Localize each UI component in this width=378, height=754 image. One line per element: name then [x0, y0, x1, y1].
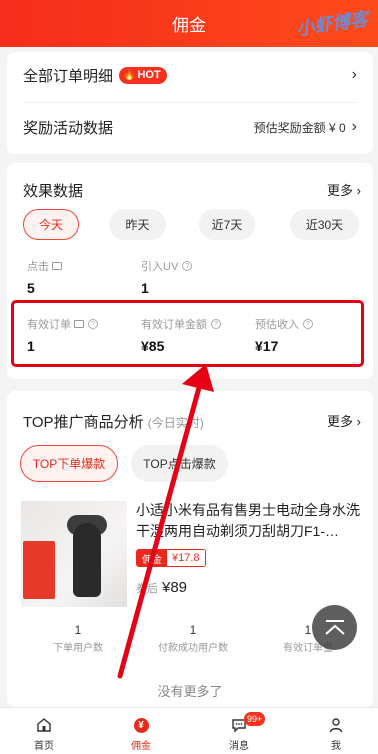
yen-icon: ¥: [133, 717, 149, 733]
metric-uv: 引入UV? 1: [141, 258, 193, 296]
price-value: ¥89: [162, 579, 188, 596]
tab-me[interactable]: 我: [306, 716, 366, 752]
screen-icon: [52, 262, 62, 270]
summary-card: 全部订单明细 🔥 HOT › 奖励活动数据 预估奖励金额 ¥ 0 ›: [7, 52, 373, 154]
more-label: 更多: [327, 414, 354, 429]
flame-icon: 🔥: [123, 69, 136, 81]
price-label: 券后: [136, 583, 158, 595]
stat-paid-users: 1 付款成功用户数: [133, 623, 253, 654]
uv-label: 引入UV: [141, 261, 179, 273]
activity-data-label: 奖励活动数据: [23, 119, 114, 137]
range-tab-30days[interactable]: 近30天: [290, 209, 359, 240]
divider: [23, 102, 357, 103]
range-tab-yesterday[interactable]: 昨天: [109, 209, 166, 240]
clicks-value: 5: [27, 280, 35, 296]
stat-value: 1: [189, 623, 197, 637]
stat-label: 下单用户数: [53, 643, 103, 654]
product-image[interactable]: [21, 501, 127, 607]
uv-value: 1: [141, 280, 149, 296]
product-title[interactable]: 小适小米有品有售男士电动全身水洗干湿两用自动剃须刀刮胡刀F1-…: [136, 500, 366, 542]
commission-label: 佣金: [137, 550, 167, 566]
tab-label: 消息: [229, 741, 249, 752]
arrow-up-icon: [324, 619, 345, 635]
activity-data-row[interactable]: 奖励活动数据 预估奖励金额 ¥ 0 ›: [23, 105, 357, 149]
section-title-top: TOP推广商品分析 (今日实时): [23, 411, 204, 432]
tab-label: 我: [331, 741, 341, 752]
bottom-tab-bar: 首页 ¥ 佣金 99+ 消息 我: [0, 707, 378, 754]
watermark: 小虾博客: [295, 9, 370, 39]
top-title: TOP推广商品分析: [23, 414, 144, 431]
chevron-right-icon: ›: [351, 118, 357, 135]
unread-badge: 99+: [244, 712, 266, 726]
range-tab-today[interactable]: 今天: [23, 209, 79, 240]
commission-tag: 佣金 ¥17.8: [136, 549, 206, 567]
page-title: 佣金: [172, 16, 206, 35]
price-row: 券后 ¥89: [136, 579, 187, 596]
top-subtitle: (今日实时): [147, 416, 204, 430]
stat-value: 1: [74, 623, 82, 637]
chevron-right-icon: ›: [351, 66, 357, 83]
tab-label: 佣金: [131, 741, 151, 752]
top-products-card: TOP推广商品分析 (今日实时) 更多 › TOP下单爆款 TOP点击爆款 小适…: [7, 391, 373, 707]
section-title-effect: 效果数据: [23, 183, 84, 200]
tab-commission[interactable]: ¥ 佣金: [111, 716, 171, 752]
commission-value: ¥17.8: [167, 550, 205, 566]
tab-home[interactable]: 首页: [14, 716, 74, 752]
home-icon: [37, 718, 51, 732]
more-link-effect[interactable]: 更多 ›: [327, 180, 361, 199]
razor-body-graphic: [73, 523, 101, 597]
header-bar: 佣金 小虾博客: [0, 0, 378, 47]
metric-clicks: 点击 5: [27, 258, 62, 296]
tab-top-clicks[interactable]: TOP点击爆款: [131, 445, 228, 482]
stat-label: 付款成功用户数: [158, 643, 228, 654]
highlight-box: [11, 300, 364, 367]
all-orders-label: 全部订单明细: [23, 67, 114, 85]
person-icon: [329, 718, 343, 733]
hot-badge: 🔥 HOT: [119, 66, 167, 84]
stat-order-users: 1 下单用户数: [18, 623, 138, 654]
help-icon[interactable]: ?: [182, 261, 193, 271]
date-range-tabs: 今天 昨天 近7天 近30天: [23, 209, 361, 241]
all-orders-row[interactable]: 全部订单明细 🔥 HOT ›: [23, 53, 357, 97]
tab-top-orders[interactable]: TOP下单爆款: [20, 445, 118, 482]
hot-badge-label: HOT: [137, 69, 161, 81]
tab-label: 首页: [34, 741, 54, 752]
tab-messages[interactable]: 99+ 消息: [209, 712, 269, 752]
more-link-top[interactable]: 更多 ›: [327, 411, 361, 430]
clicks-label: 点击: [27, 261, 49, 273]
no-more-text: 没有更多了: [157, 684, 223, 699]
promo-tag-graphic: [23, 541, 55, 599]
more-label: 更多: [327, 183, 354, 198]
scroll-top-button[interactable]: [312, 605, 357, 650]
estimated-reward-text: 预估奖励金额 ¥ 0: [253, 120, 346, 135]
range-tab-7days[interactable]: 近7天: [199, 209, 255, 240]
effect-data-card: 效果数据 更多 › 今天 昨天 近7天 近30天 点击 5 引入UV? 1 有效…: [7, 163, 373, 379]
